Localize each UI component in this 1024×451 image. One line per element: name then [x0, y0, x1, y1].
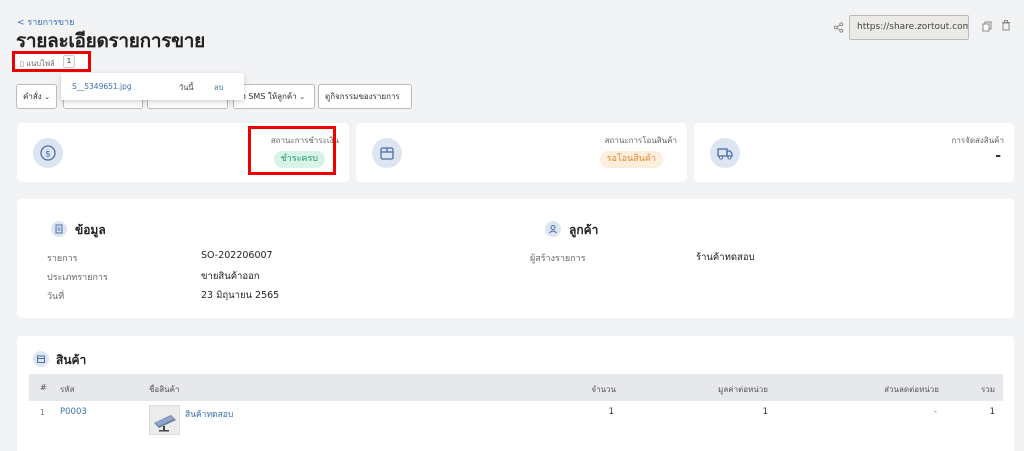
- attach-count-badge[interactable]: 1: [63, 55, 75, 68]
- shipping-value: -: [995, 148, 1001, 164]
- file-icon: ▯: [20, 60, 24, 68]
- attach-text: แนบไฟล์: [26, 59, 55, 68]
- col-code: รหัส: [60, 385, 75, 394]
- chevron-down-icon: ⌄: [44, 93, 51, 101]
- shipping-card: การจัดส่งสินค้า -: [694, 123, 1014, 182]
- info-section-title: ข้อมูล: [75, 223, 106, 237]
- field-value-date: 23 มิถุนายน 2565: [201, 290, 280, 301]
- attachment-file-link[interactable]: S__5349651.jpg: [72, 82, 132, 91]
- share-icon[interactable]: [833, 22, 844, 33]
- info-card: ข้อมูล รายการ SO-202206007 ประเภทรายการ …: [17, 199, 1014, 318]
- attach-label: ▯ แนบไฟล์: [20, 58, 55, 70]
- dollar-circle-icon: $: [33, 138, 63, 168]
- field-value-creator: ร้านค้าทดสอบ: [696, 252, 755, 263]
- command-label: คำสั่ง: [23, 92, 42, 101]
- row-unit-price: 1: [762, 407, 768, 417]
- svg-text:$: $: [45, 150, 51, 160]
- chevron-down-icon: ⌄: [299, 93, 306, 101]
- col-name: ชื่อสินค้า: [149, 385, 180, 394]
- clipboard-icon: [51, 221, 67, 237]
- package-icon: [33, 351, 49, 367]
- truck-icon: [710, 138, 740, 168]
- col-discount: ส่วนลดต่อหน่วย: [884, 385, 939, 394]
- products-table-header: # รหัส ชื่อสินค้า จำนวน มูลค่าต่อหน่วย ส…: [29, 374, 1003, 401]
- box-icon: [372, 138, 402, 168]
- field-label-type: ประเภทรายการ: [47, 273, 108, 283]
- shipping-label: การจัดส่งสินค้า: [951, 136, 1005, 145]
- row-discount: -: [933, 407, 937, 417]
- row-total: 1: [989, 407, 995, 417]
- col-qty: จำนวน: [591, 385, 616, 394]
- attach-file-button[interactable]: ▯ แนบไฟล์ 1: [12, 51, 91, 72]
- transfer-status-label: สถานะการโอนสินค้า: [604, 136, 677, 145]
- products-card: สินค้า # รหัส ชื่อสินค้า จำนวน มูลค่าต่อ…: [17, 336, 1014, 451]
- sms-label: ส่ง SMS ให้ลูกค้า: [237, 92, 297, 101]
- field-label-date: วันที่: [47, 292, 65, 302]
- col-no: #: [40, 383, 47, 392]
- transfer-status-card: สถานะการโอนสินค้า รอโอนสินค้า: [356, 123, 687, 182]
- send-sms-button[interactable]: ส่ง SMS ให้ลูกค้า ⌄: [233, 84, 315, 109]
- trash-icon[interactable]: [1001, 20, 1011, 31]
- col-unit-price: มูลค่าต่อหน่วย: [718, 385, 768, 394]
- attachment-dropdown: S__5349651.jpg วันนี้ ลบ: [61, 73, 244, 100]
- field-value-type: ขายสินค้าออก: [201, 271, 260, 282]
- col-total: รวม: [980, 385, 995, 394]
- field-label-creator: ผู้สร้างรายการ: [530, 254, 586, 264]
- row-name-link[interactable]: สินค้าทดสอบ: [185, 407, 233, 421]
- field-value-order: SO-202206007: [201, 250, 273, 261]
- products-section-title: สินค้า: [56, 353, 87, 367]
- transfer-status-badge: รอโอนสินค้า: [599, 151, 663, 168]
- product-thumbnail: [149, 405, 180, 435]
- copy-icon[interactable]: [982, 21, 992, 32]
- row-no: 1: [40, 408, 45, 417]
- view-activity-button[interactable]: ดูกิจกรรมของรายการ: [318, 84, 412, 109]
- payment-status-highlight: [248, 126, 336, 175]
- customer-section-title: ลูกค้า: [569, 223, 599, 237]
- share-url-field[interactable]: https://share.zortout.com/zo: [849, 15, 969, 40]
- row-code-link[interactable]: P0003: [60, 407, 87, 417]
- row-qty: 1: [608, 407, 614, 417]
- attachment-date: วันนี้: [179, 83, 194, 92]
- attachment-delete-link[interactable]: ลบ: [214, 82, 223, 94]
- command-dropdown-button[interactable]: คำสั่ง ⌄: [16, 84, 57, 109]
- field-label-order: รายการ: [47, 254, 78, 264]
- user-icon: [545, 221, 561, 237]
